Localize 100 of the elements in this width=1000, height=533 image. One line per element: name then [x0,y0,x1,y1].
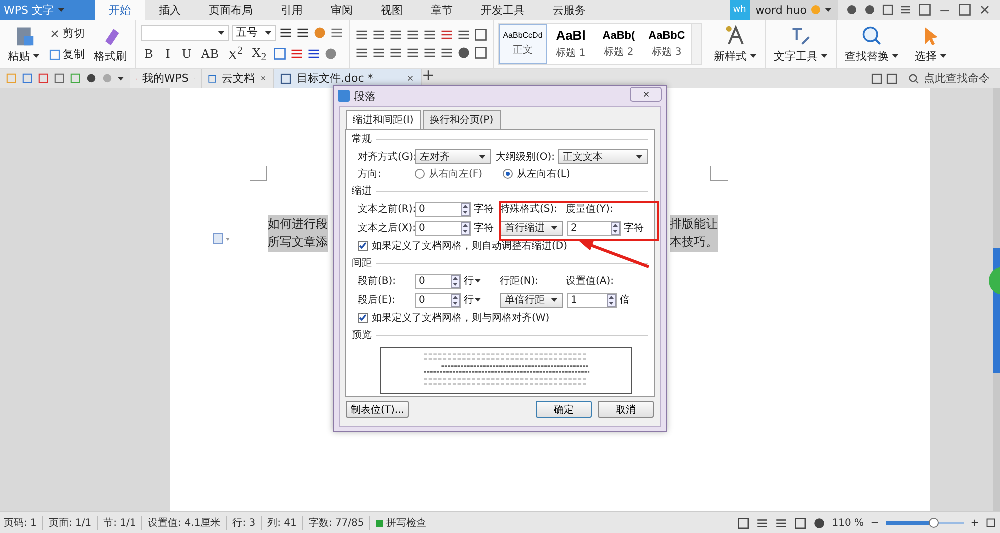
find-replace-icon[interactable] [861,24,883,46]
menu-tab[interactable]: 审阅 [317,0,367,20]
menu-tab[interactable]: 页面布局 [195,0,267,20]
caret-icon [58,8,65,12]
app-menu-button[interactable]: WPS 文字 [0,0,95,20]
field-label: 大纲级别(O): [496,150,556,164]
gallery-scrollbar[interactable] [691,24,701,64]
status-text: 节: 1/1 [104,516,142,530]
document-tab[interactable]: 云文档 [202,69,274,88]
caret-icon [475,298,481,302]
selected-text: 如何进行段 [268,215,328,234]
dialog-tab[interactable]: 换行和分页(P) [422,110,501,129]
field-label: 段前(B): [358,275,398,288]
menu-tab[interactable]: 开发工具 [467,0,539,20]
caret-icon [636,154,643,158]
spell-check-status[interactable]: 拼写检查 [376,516,426,530]
spinner-icon[interactable] [451,294,460,306]
command-search-field[interactable]: 点此查找命令 [898,69,1000,88]
close-button[interactable] [630,86,662,102]
checkbox[interactable] [358,241,368,251]
spinner-icon[interactable] [461,202,470,216]
menu-tab[interactable]: 开始 [95,0,145,20]
spinner-icon[interactable] [461,222,470,234]
caret-icon [479,154,486,158]
alignment-select[interactable]: 左对齐 [415,149,491,164]
caret-icon [825,8,832,12]
checkbox-label[interactable]: 如果定义了文档网格，则与网格对齐(W) [372,311,550,325]
italic-button[interactable]: I [160,46,176,62]
checkbox[interactable] [358,313,368,323]
number-field[interactable]: 0 [415,274,461,288]
ribbon-tool-button[interactable]: 选择 [912,24,950,64]
checkmark-icon [359,242,367,250]
format-painter-button[interactable]: 格式刷 [91,24,130,64]
style-option[interactable]: AaBl 标题 1 [547,24,595,64]
style-option[interactable]: AaBb( 标题 2 [595,24,643,64]
document-tab[interactable]: 目标文件.doc * [274,69,422,88]
underline-button[interactable]: U [179,46,195,62]
unit-dropdown[interactable]: 字符 [471,201,497,217]
field-label: 行距(N): [500,275,540,288]
cut-button[interactable]: 剪切 [47,25,87,42]
zoom-in-icon[interactable] [970,518,980,528]
dialog-title: 段落 [354,88,376,104]
field-label: 方向: [358,168,382,181]
unit-dropdown[interactable]: 字符 [621,220,647,236]
spinner-icon[interactable] [451,274,460,288]
unit-dropdown[interactable]: 字符 [471,220,497,236]
scrollbar[interactable] [993,88,1000,511]
checkbox-label[interactable]: 如果定义了文档网格，则自动调整右缩进(D) [372,239,568,253]
number-field[interactable]: 0 [415,202,471,216]
direction-radio[interactable]: 从左向右(L) [503,167,591,181]
field-label: 文本之后(X): [358,222,415,235]
paragraph-icon[interactable] [213,233,231,245]
unit-dropdown[interactable]: 行 [461,273,487,289]
style-option[interactable]: AaBbCcDd 正文 [499,24,547,64]
spinner-icon[interactable] [607,294,616,306]
unit-label[interactable]: 倍 [617,292,643,308]
copy-button[interactable]: 复制 [47,46,87,63]
number-field[interactable]: 0 [415,292,461,308]
align-left-icon[interactable] [355,46,369,60]
paste-button[interactable]: 粘贴 [5,24,43,64]
outline-level-select[interactable]: 正文文本 [558,149,648,164]
number-field[interactable]: 0 [415,220,471,236]
unit-dropdown[interactable]: 行 [461,292,487,308]
menu-tab[interactable]: 章节 [417,0,467,20]
font-size-field[interactable]: 五号 [232,24,276,41]
style-icon[interactable] [724,24,746,46]
menu-tab[interactable]: 视图 [367,0,417,20]
new-tab-icon[interactable] [422,69,435,82]
slider-thumb[interactable] [929,518,940,528]
style-option[interactable]: AaBbC 标题 3 [643,24,691,64]
cancel-button[interactable]: 取消 [598,401,654,418]
dialog-tab[interactable]: 缩进和间距(I) [346,110,421,129]
bold-button[interactable]: B [141,46,157,62]
direction-radio[interactable]: 从右向左(F) [415,167,503,181]
dropdown-caret-icon [118,76,124,80]
tab-stops-button[interactable]: 制表位(T)... [346,401,410,418]
special-format-select[interactable]: 首行缩进 [500,220,563,236]
superscript-button[interactable]: X$^{2}$ [225,44,246,64]
number-field[interactable]: 2 [567,220,621,236]
menu-tab[interactable]: 引用 [267,0,317,20]
font-name-field[interactable] [141,24,229,41]
ribbon-tool-button[interactable]: 文字工具 [771,24,831,64]
line-spacing-select[interactable]: 单倍行距 [500,292,563,308]
menu-tab[interactable]: 插入 [145,0,195,20]
ribbon-tool-button[interactable]: 查找替换 [842,24,902,64]
section-heading: 缩进 [352,184,372,198]
user-name[interactable]: word huo [750,0,838,20]
ribbon-tool-button[interactable]: 新样式 [711,24,760,64]
status-text: 设置值: 4.1厘米 [148,516,227,530]
spinner-icon[interactable] [611,222,620,234]
field-label: 设置值(A): [566,274,614,288]
search-icon[interactable] [908,72,920,84]
number-field[interactable]: 1 [567,292,617,308]
justify-icon[interactable] [406,46,420,60]
maximize-icon[interactable] [958,3,972,17]
strikethrough-button[interactable]: AB [198,46,222,62]
caret-icon [750,54,757,58]
subscript-button[interactable]: X$_{2}$ [248,44,270,64]
menu-tab[interactable]: 云服务 [539,0,600,20]
ok-button[interactable]: 确定 [536,401,592,418]
